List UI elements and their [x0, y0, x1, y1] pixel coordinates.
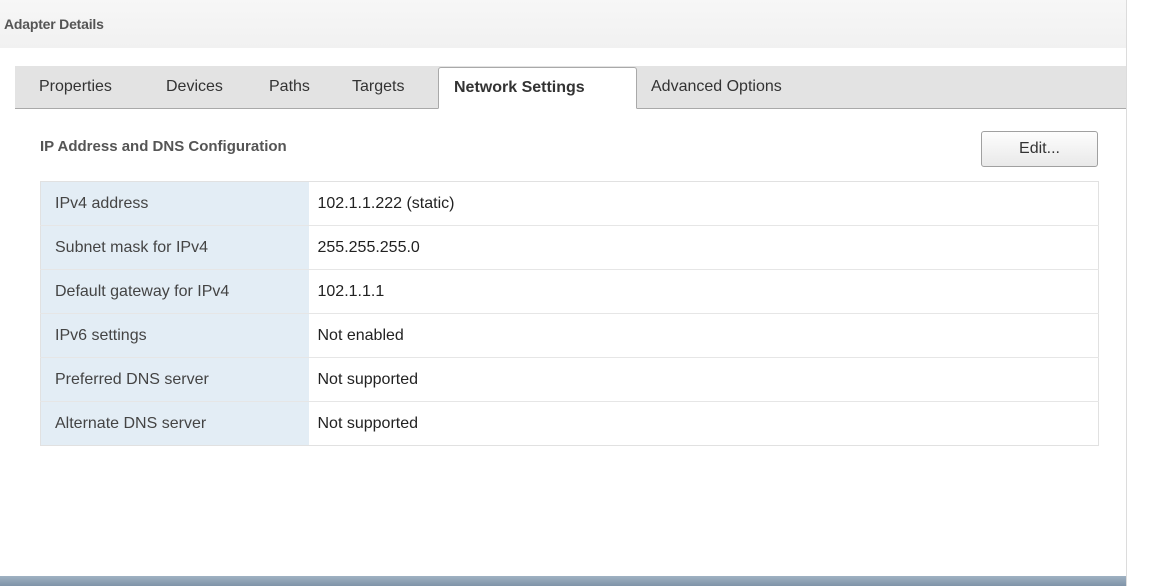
network-properties-table: IPv4 address 102.1.1.222 (static) Subnet…: [40, 181, 1099, 446]
bottom-status-bar: [0, 576, 1126, 586]
panel-right-edge: [1126, 0, 1151, 586]
tab-properties[interactable]: Properties: [39, 66, 112, 108]
tab-targets[interactable]: Targets: [352, 66, 404, 108]
table-row: IPv4 address 102.1.1.222 (static): [40, 181, 1099, 226]
property-label: Subnet mask for IPv4: [40, 225, 309, 270]
panel-title: Adapter Details: [4, 16, 104, 32]
tab-bar: Properties Devices Paths Targets Network…: [15, 66, 1126, 109]
property-label: IPv6 settings: [40, 313, 309, 358]
table-row: Alternate DNS server Not supported: [40, 401, 1099, 446]
property-value: Not supported: [308, 357, 1099, 402]
property-label: Preferred DNS server: [40, 357, 309, 402]
tab-paths[interactable]: Paths: [269, 66, 310, 108]
tab-network-settings[interactable]: Network Settings: [438, 67, 637, 109]
property-value: Not supported: [308, 401, 1099, 446]
table-row: Subnet mask for IPv4 255.255.255.0: [40, 225, 1099, 270]
edit-button[interactable]: Edit...: [981, 131, 1098, 167]
property-value: 102.1.1.1: [308, 269, 1099, 314]
adapter-details-panel: Adapter Details Properties Devices Paths…: [0, 0, 1126, 586]
property-label: IPv4 address: [40, 181, 309, 226]
property-value: 102.1.1.222 (static): [308, 181, 1099, 226]
section-title: IP Address and DNS Configuration: [40, 138, 287, 155]
property-value: Not enabled: [308, 313, 1099, 358]
property-label: Alternate DNS server: [40, 401, 309, 446]
table-row: IPv6 settings Not enabled: [40, 313, 1099, 358]
property-label: Default gateway for IPv4: [40, 269, 309, 314]
panel-header: Adapter Details: [0, 0, 1126, 48]
table-row: Default gateway for IPv4 102.1.1.1: [40, 269, 1099, 314]
property-value: 255.255.255.0: [308, 225, 1099, 270]
tab-advanced-options[interactable]: Advanced Options: [651, 66, 782, 108]
tab-devices[interactable]: Devices: [166, 66, 223, 108]
table-row: Preferred DNS server Not supported: [40, 357, 1099, 402]
